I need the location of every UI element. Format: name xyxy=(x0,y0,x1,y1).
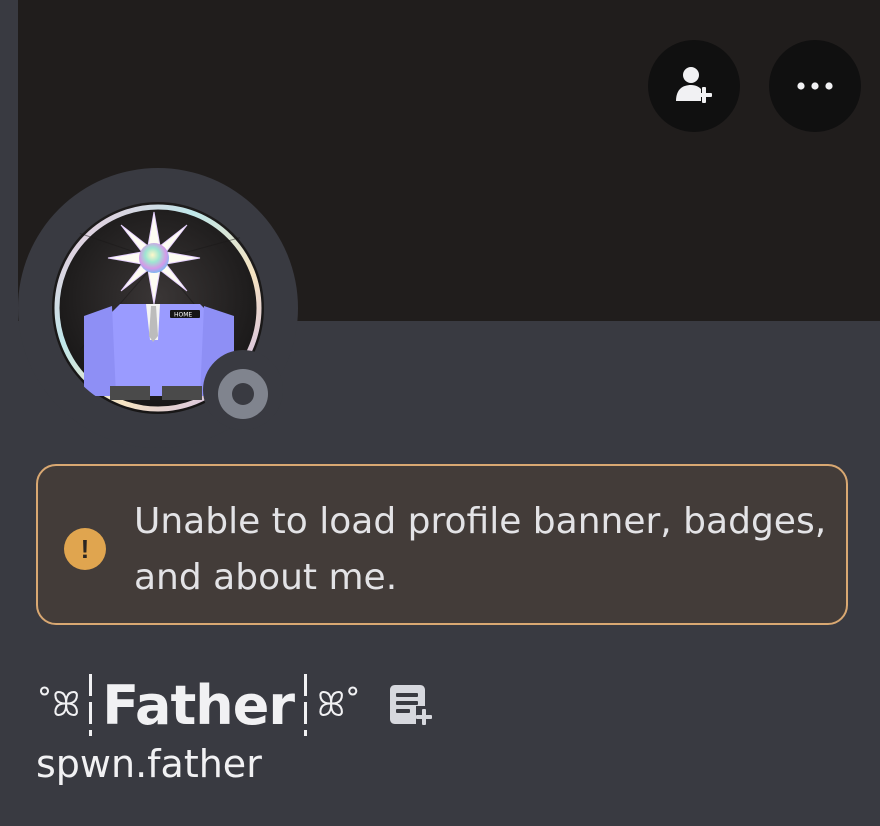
add-friend-button[interactable] xyxy=(648,40,740,132)
exclamation-icon: ! xyxy=(64,528,106,570)
person-add-icon xyxy=(676,67,712,103)
notice-message: Unable to load profile banner, badges, a… xyxy=(134,494,834,606)
more-horizontal-icon xyxy=(797,82,833,90)
status-indicator-hole xyxy=(232,383,254,405)
name-divider-right xyxy=(303,674,307,736)
profile-panel: HOME ! Unable to load profile banner, ba… xyxy=(0,0,880,826)
notice-line-1: Unable to load profile banner, badges, xyxy=(134,501,827,542)
notice-line-2: and about me. xyxy=(134,557,398,598)
add-note-button[interactable] xyxy=(384,680,434,730)
avatar-badge-text: HOME xyxy=(174,312,192,319)
username: spwn.father xyxy=(36,742,262,786)
name-decoration-left: ˚ꕤ xyxy=(36,685,80,725)
name-divider-left xyxy=(89,674,93,736)
display-name-text: Father xyxy=(102,673,295,737)
display-name: ˚ꕤ Father ꕤ˚ xyxy=(36,670,434,740)
left-edge xyxy=(0,0,18,321)
name-decoration-right: ꕤ˚ xyxy=(316,685,361,725)
more-options-button[interactable] xyxy=(769,40,861,132)
add-note-icon xyxy=(390,685,433,725)
